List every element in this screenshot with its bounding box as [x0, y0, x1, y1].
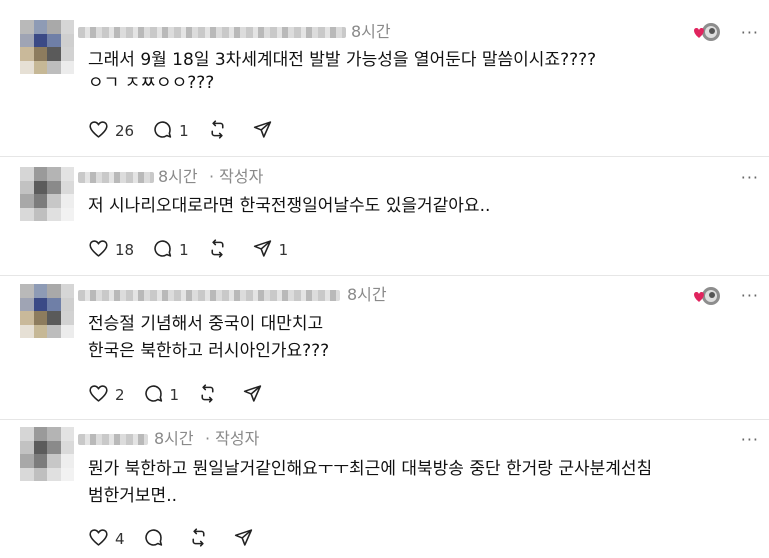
- liked-by-author-badge: [692, 285, 722, 307]
- divider: [0, 419, 769, 420]
- more-icon[interactable]: ···: [741, 430, 759, 449]
- reply-button[interactable]: 1: [152, 238, 189, 263]
- comment-icon: [143, 527, 164, 552]
- post-text-line: 뭔가 북한하고 뭔일날거같인해요ㅜㅜ최근에 대북방송 중단 한거랑 군사분계선침: [88, 459, 653, 479]
- post-actions: 26 1: [88, 119, 297, 143]
- post-text-line: ㅇㄱ ㅈㅉㅇㅇ???: [88, 73, 215, 93]
- more-icon[interactable]: ···: [741, 23, 759, 42]
- send-icon: [252, 238, 273, 263]
- like-count: 2: [115, 386, 125, 404]
- repost-button[interactable]: [207, 119, 234, 144]
- comment-icon: [152, 119, 173, 144]
- send-icon: [252, 119, 273, 144]
- like-button[interactable]: 2: [88, 383, 125, 408]
- heart-icon: [88, 119, 109, 144]
- share-button[interactable]: 1: [252, 238, 289, 263]
- like-button[interactable]: 4: [88, 527, 125, 552]
- repost-icon: [188, 527, 209, 552]
- post-actions: 18 1 1: [88, 238, 306, 262]
- repost-button[interactable]: [197, 383, 224, 408]
- avatar[interactable]: [20, 20, 74, 74]
- repost-icon: [207, 238, 228, 263]
- reply-button[interactable]: 1: [143, 383, 180, 408]
- post-text-line: 저 시나리오대로라면 한국전쟁일어날수도 있을거같아요..: [88, 196, 491, 216]
- reply-button[interactable]: [143, 527, 170, 552]
- like-count: 18: [115, 241, 135, 259]
- post-actions: 2 1: [88, 383, 287, 407]
- author-tag: · 작성자: [209, 167, 264, 186]
- post-text-line: 범한거보면..: [88, 486, 178, 506]
- like-button[interactable]: 26: [88, 119, 134, 144]
- post-time[interactable]: 8시간: [351, 23, 391, 41]
- reply-button[interactable]: 1: [152, 119, 189, 144]
- post-time[interactable]: 8시간: [347, 286, 387, 304]
- comment-icon: [143, 383, 164, 408]
- avatar[interactable]: [20, 427, 74, 481]
- like-count: 26: [115, 122, 135, 140]
- post-text: 전승절 기념해서 중국이 대만치고 한국은 북한하고 러시아인가요???: [88, 311, 329, 365]
- repost-button[interactable]: [207, 238, 234, 263]
- divider: [0, 156, 769, 157]
- post-time[interactable]: 8시간: [154, 430, 194, 448]
- post-text-line: 전승절 기념해서 중국이 대만치고: [88, 314, 324, 334]
- send-icon: [233, 527, 254, 552]
- post-text: 뭔가 북한하고 뭔일날거같인해요ㅜㅜ최근에 대북방송 중단 한거랑 군사분계선침…: [88, 456, 652, 510]
- post-time[interactable]: 8시간: [158, 168, 198, 186]
- reply-count: 1: [169, 386, 180, 404]
- heart-icon: [88, 527, 109, 552]
- author-tag: · 작성자: [205, 429, 260, 448]
- post-text: 저 시나리오대로라면 한국전쟁일어날수도 있을거같아요..: [88, 193, 490, 220]
- heart-icon: [88, 383, 109, 408]
- more-icon[interactable]: ···: [741, 168, 759, 187]
- liked-by-author-badge: [692, 21, 722, 43]
- avatar[interactable]: [20, 167, 74, 221]
- like-count: 4: [115, 530, 125, 548]
- more-icon[interactable]: ···: [741, 286, 759, 305]
- post-actions: 4: [88, 527, 278, 551]
- reply-count: 1: [179, 122, 189, 140]
- share-button[interactable]: [252, 119, 279, 144]
- repost-icon: [197, 383, 218, 408]
- post-text: 그래서 9월 18일 3차세계대전 발발 가능성을 열어둔다 말씀이시죠????…: [88, 47, 596, 97]
- comment-icon: [152, 238, 173, 263]
- avatar[interactable]: [20, 284, 74, 338]
- repost-icon: [207, 119, 228, 144]
- repost-button[interactable]: [188, 527, 215, 552]
- share-count: 1: [278, 241, 289, 259]
- heart-icon: [88, 238, 109, 263]
- share-button[interactable]: [242, 383, 269, 408]
- reply-count: 1: [179, 241, 189, 259]
- share-button[interactable]: [233, 527, 260, 552]
- post-text-line: 한국은 북한하고 러시아인가요???: [88, 341, 330, 361]
- divider: [0, 275, 769, 276]
- like-button[interactable]: 18: [88, 238, 134, 263]
- send-icon: [242, 383, 263, 408]
